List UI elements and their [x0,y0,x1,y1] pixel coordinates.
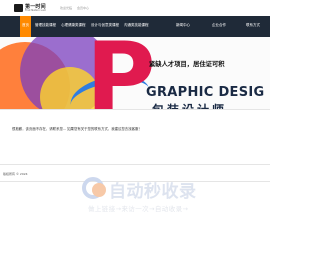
nav-item-cooperation[interactable]: 企业合作 [212,23,226,28]
top-links: 欢迎光临 会员中心 [60,6,93,10]
nav-item-contact[interactable]: 联系方式 [246,23,260,28]
footer-line: 版权所有 © 2024 [3,172,28,176]
nav-item-communication[interactable]: 沟通类技能课程 [124,23,149,28]
hero-banner[interactable]: P 紧缺人才项目，居住证可积 GRAPHIC DESIG 包装设计师 [0,37,270,109]
nav-item-design[interactable]: 设计与创意类课程 [91,23,119,28]
banner-headline-cn: 包装设计师 [152,101,227,109]
page: 第一时间 First Nation Lum 欢迎光临 会员中心 首页 管理技能课… [0,0,270,270]
divider [0,164,270,165]
top-link-welcome[interactable]: 欢迎光临 [60,6,72,10]
watermark-subtitle: 做上链接→来访一次→自动收录→ [88,205,189,213]
logo-subtitle: First Nation Lum [25,9,47,12]
nav-item-news[interactable]: 新闻中心 [176,23,190,28]
watermark: 自动秒收录 做上链接→来访一次→自动收录→ [82,175,212,215]
banner-headline-en: GRAPHIC DESIG [146,85,265,100]
site-logo[interactable]: 第一时间 First Nation Lum [14,3,54,14]
logo-icon [14,4,23,12]
site-header: 第一时间 First Nation Lum 欢迎光临 会员中心 [0,0,270,16]
divider [0,109,270,110]
top-link-member[interactable]: 会员中心 [77,6,89,10]
nav-item-psychology[interactable]: 心理健康类课程 [61,23,86,28]
watermark-title: 自动秒收录 [109,182,197,202]
nav-item-management[interactable]: 管理技能课程 [35,23,56,28]
watermark-logo-icon [82,177,106,199]
banner-tagline: 紧缺人才项目，居住证可积 [149,61,225,68]
notice-text: 很抱歉，该页面不存在，请联系您... 如果您有关于您的联系方式，我建议您去找客服… [12,127,142,131]
main-nav: 首页 管理技能课程 心理健康类课程 设计与创意类课程 沟通类技能课程 新闻中心 … [0,16,270,37]
nav-item-home[interactable]: 首页 [20,16,31,37]
